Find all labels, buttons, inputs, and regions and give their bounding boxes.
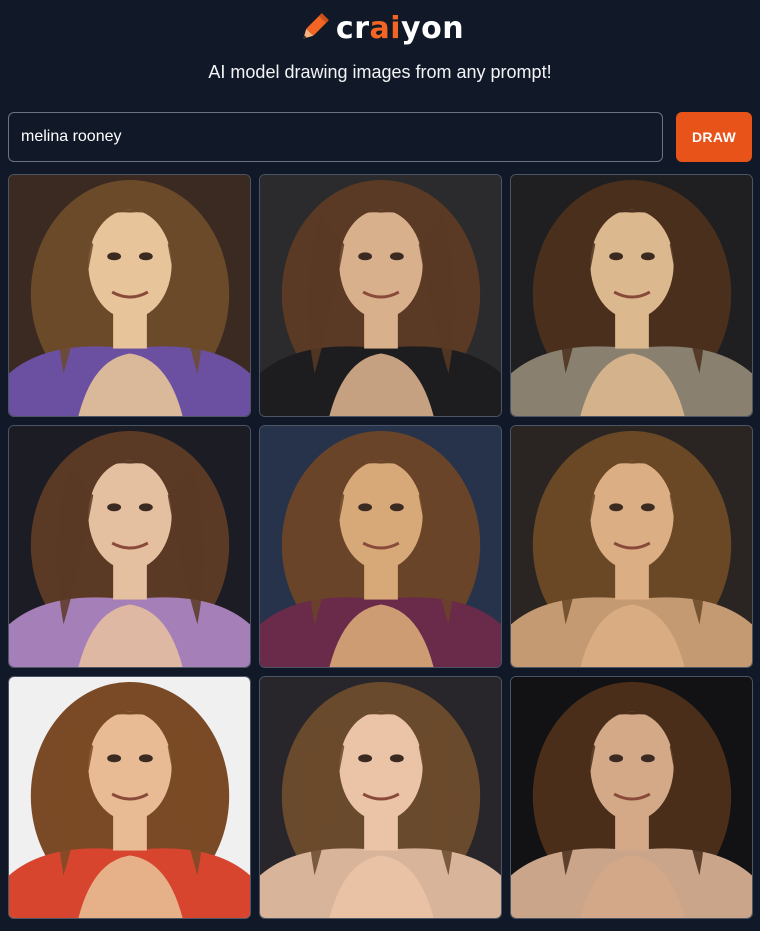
generated-image bbox=[260, 426, 501, 667]
generated-image bbox=[9, 175, 250, 416]
generated-image-tile[interactable] bbox=[510, 174, 753, 417]
generated-image bbox=[9, 677, 250, 918]
prompt-input[interactable] bbox=[8, 112, 663, 162]
brand-logo[interactable]: craiyon bbox=[0, 8, 760, 48]
result-grid bbox=[8, 174, 753, 919]
generated-image bbox=[511, 175, 752, 416]
generated-image-tile[interactable] bbox=[8, 676, 251, 919]
generated-image-tile[interactable] bbox=[259, 676, 502, 919]
brand-prefix: cr bbox=[335, 10, 370, 46]
brand-suffix: yon bbox=[401, 10, 465, 46]
generated-image bbox=[511, 677, 752, 918]
prompt-bar: DRAW bbox=[8, 112, 752, 162]
generated-image bbox=[511, 426, 752, 667]
generated-image-tile[interactable] bbox=[510, 425, 753, 668]
generated-image-tile[interactable] bbox=[259, 174, 502, 417]
tagline: AI model drawing images from any prompt! bbox=[208, 62, 552, 82]
generated-image bbox=[260, 175, 501, 416]
generated-image-tile[interactable] bbox=[259, 425, 502, 668]
brand-accent: ai bbox=[369, 10, 402, 46]
draw-button[interactable]: DRAW bbox=[676, 112, 752, 162]
craiyon-page: craiyon AI model drawing images from any… bbox=[0, 0, 760, 931]
generated-image-tile[interactable] bbox=[8, 425, 251, 668]
brand-wordmark: craiyon bbox=[336, 11, 464, 46]
generated-image bbox=[9, 426, 250, 667]
generated-image bbox=[260, 677, 501, 918]
generated-image-tile[interactable] bbox=[510, 676, 753, 919]
generated-image-tile[interactable] bbox=[8, 174, 251, 417]
pencil-icon bbox=[296, 8, 332, 48]
